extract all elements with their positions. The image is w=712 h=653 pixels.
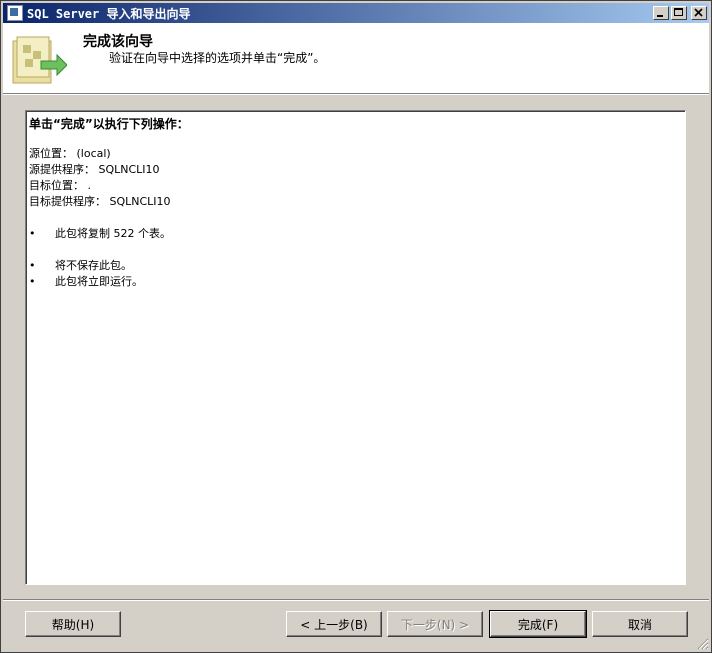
help-button[interactable]: 帮助(H) bbox=[25, 611, 121, 637]
minimize-icon[interactable] bbox=[653, 6, 669, 20]
summary-heading: 单击“完成”以执行下列操作： bbox=[29, 117, 189, 131]
resize-grip-icon[interactable] bbox=[697, 638, 709, 650]
wizard-window: SQL Server 导入和导出向导 完成该向导 验证在向导中选择的选项并单击“… bbox=[0, 0, 712, 653]
wizard-header: 完成该向导 验证在向导中选择的选项并单击“完成”。 bbox=[3, 23, 709, 94]
header-divider bbox=[3, 94, 709, 95]
summary-panel[interactable]: 单击“完成”以执行下列操作： 源位置： (local) 源提供程序： SQLNC… bbox=[25, 110, 686, 585]
title-bar[interactable]: SQL Server 导入和导出向导 bbox=[3, 3, 709, 23]
window-controls bbox=[653, 6, 707, 20]
list-item: • 将不保存此包。 bbox=[29, 258, 683, 274]
close-icon[interactable] bbox=[691, 6, 707, 20]
back-button[interactable]: < 上一步(B) bbox=[286, 611, 382, 637]
bullet-icon: • bbox=[29, 227, 36, 240]
summary-line-destination-provider: 目标提供程序： SQLNCLI10 bbox=[29, 195, 171, 208]
bullet-icon: • bbox=[29, 275, 36, 288]
summary-line-source: 源位置： (local) bbox=[29, 147, 111, 160]
bullet-text: 此包将复制 522 个表。 bbox=[55, 227, 171, 240]
list-item: • 此包将立即运行。 bbox=[29, 274, 683, 290]
header-subtitle: 验证在向导中选择的选项并单击“完成”。 bbox=[109, 51, 326, 65]
wizard-finish-icon bbox=[11, 31, 68, 87]
summary-line-source-provider: 源提供程序： SQLNCLI10 bbox=[29, 163, 160, 176]
header-title: 完成该向导 bbox=[83, 34, 153, 50]
cancel-button[interactable]: 取消 bbox=[592, 611, 688, 637]
bullet-icon: • bbox=[29, 259, 36, 272]
window-title: SQL Server 导入和导出向导 bbox=[27, 6, 191, 21]
finish-button[interactable]: 完成(F) bbox=[489, 610, 587, 638]
list-item: • 此包将复制 522 个表。 bbox=[29, 226, 683, 242]
next-button[interactable]: 下一步(N) > bbox=[387, 611, 483, 637]
footer-divider bbox=[3, 599, 709, 601]
summary-text-area: 单击“完成”以执行下列操作： 源位置： (local) 源提供程序： SQLNC… bbox=[26, 111, 685, 584]
bullet-text: 此包将立即运行。 bbox=[55, 275, 143, 288]
bullet-text: 将不保存此包。 bbox=[55, 259, 132, 272]
summary-line-destination: 目标位置： . bbox=[29, 179, 91, 192]
maximize-icon[interactable] bbox=[671, 6, 687, 20]
app-icon[interactable] bbox=[7, 5, 23, 21]
